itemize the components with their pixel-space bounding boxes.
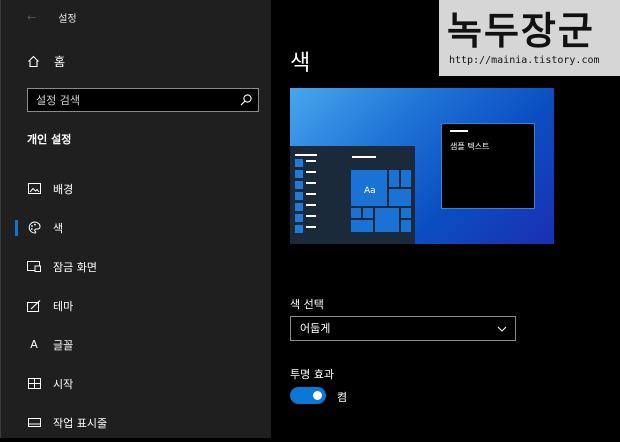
sidebar-nav: 배경 색 잠금 화면 테마 A 글꼴 시작 작업 표시줄 xyxy=(1,169,272,442)
home-icon xyxy=(28,55,39,68)
palette-icon xyxy=(27,221,41,235)
transparency-toggle[interactable] xyxy=(290,387,326,404)
sidebar-item-label: 잠금 화면 xyxy=(53,260,97,274)
taskbar-icon xyxy=(27,416,41,430)
sidebar-item-label: 작업 표시줄 xyxy=(53,416,108,430)
sidebar-item-start[interactable]: 시작 xyxy=(1,364,272,403)
transparency-label: 투명 효과 xyxy=(290,368,334,381)
font-icon: A xyxy=(30,338,38,351)
sidebar-item-lock-screen[interactable]: 잠금 화면 xyxy=(1,247,272,286)
watermark-url: http://mainia.tistory.com xyxy=(449,55,600,66)
sidebar-item-label: 색 xyxy=(53,221,64,235)
search-icon[interactable] xyxy=(239,93,253,107)
sidebar-item-label: 테마 xyxy=(53,299,74,313)
sidebar-item-label: 배경 xyxy=(53,182,74,196)
start-icon xyxy=(27,377,41,391)
home-label: 홈 xyxy=(54,55,66,69)
picture-icon xyxy=(27,182,41,196)
color-select-label: 색 선택 xyxy=(290,298,324,311)
search-box[interactable] xyxy=(27,88,259,112)
sidebar-item-label: 글꼴 xyxy=(53,338,74,352)
sidebar-item-taskbar[interactable]: 작업 표시줄 xyxy=(1,403,272,442)
sidebar: ← 설정 홈 개인 설정 배경 색 잠금 화면 테마 A 글꼴 xyxy=(0,0,271,438)
search-input[interactable] xyxy=(28,89,236,111)
sidebar-item-theme[interactable]: 테마 xyxy=(1,286,272,325)
transparency-state: 켬 xyxy=(337,391,348,404)
preview-tiles: Aa xyxy=(351,170,411,240)
preview-sample-text: 샘플 텍스트 xyxy=(450,142,490,151)
back-arrow-icon[interactable]: ← xyxy=(27,11,36,24)
color-preview: Aa 샘플 텍스트 xyxy=(290,88,554,244)
preview-tile-text: Aa xyxy=(364,186,376,196)
title-bar: ← 설정 xyxy=(27,9,77,25)
watermark-title: 녹두장군 xyxy=(447,9,595,53)
window-title: 설정 xyxy=(58,13,77,25)
sidebar-item-label: 시작 xyxy=(53,377,74,391)
home-nav[interactable]: 홈 xyxy=(27,53,65,70)
watermark: 녹두장군 http://mainia.tistory.com xyxy=(439,0,620,76)
preview-start-menu: Aa xyxy=(290,146,415,244)
sidebar-item-background[interactable]: 배경 xyxy=(1,169,272,208)
color-select-dropdown[interactable]: 어둡게 xyxy=(290,316,516,341)
chevron-down-icon xyxy=(497,326,507,332)
section-title: 개인 설정 xyxy=(27,133,72,146)
page-title: 색 xyxy=(290,51,311,76)
sidebar-item-font[interactable]: A 글꼴 xyxy=(1,325,272,364)
lock-screen-icon xyxy=(27,260,41,274)
preview-window: 샘플 텍스트 xyxy=(441,123,535,209)
color-select-value: 어둡게 xyxy=(300,322,331,335)
theme-icon xyxy=(27,299,41,313)
sidebar-item-color[interactable]: 색 xyxy=(1,208,272,247)
